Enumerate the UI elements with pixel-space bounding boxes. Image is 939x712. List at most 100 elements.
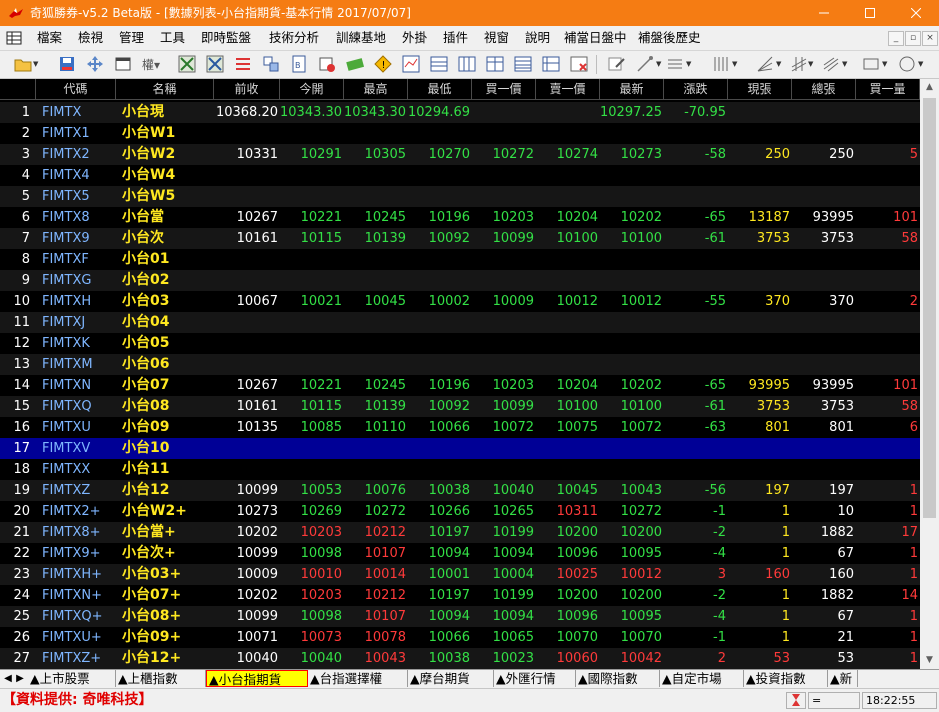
rect-icon[interactable] [862,55,880,73]
table-row[interactable]: 27 FIMTXZ+ 小台12+ 10040 10040 10043 10038 10023 1… [0,648,920,669]
tab-taiex-options[interactable]: ▲台指選擇權 [308,670,408,687]
menu-view[interactable]: 檢視 [78,30,103,46]
dropdown-arrow-icon[interactable]: ▼ [918,60,923,68]
doc-icon[interactable]: B [290,55,308,73]
header-high[interactable]: 最高 [344,79,408,100]
minimize-button[interactable] [801,0,847,26]
cross-icon[interactable] [570,55,588,73]
header-low[interactable]: 最低 [408,79,472,100]
table-row[interactable]: 19 FIMTXZ 小台12 10099 10053 10076 10038 10040 100… [0,480,920,501]
table3-icon[interactable] [486,55,504,73]
menu-training[interactable]: 訓練基地 [336,30,386,46]
maximize-button[interactable] [847,0,893,26]
header-prev-close[interactable]: 前收 [214,79,280,100]
tab-investment-index[interactable]: ▲投資指數 [744,670,828,687]
table-row[interactable]: 14 FIMTXN 小台07 10267 10221 10245 10196 10203 102… [0,375,920,396]
header-code[interactable]: 代碼 [36,79,116,100]
table-row[interactable]: 11 FIMTXJ 小台04 [0,312,920,333]
open-folder-icon[interactable] [14,55,32,73]
header-open[interactable]: 今開 [280,79,344,100]
save-icon[interactable] [58,55,76,73]
table-row[interactable]: 24 FIMTXN+ 小台07+ 10202 10203 10212 10197 10199 1… [0,585,920,606]
table2-icon[interactable] [458,55,476,73]
header-ask[interactable]: 賣一價 [536,79,600,100]
table-row[interactable]: 4 FIMTX4 小台W4 [0,165,920,186]
tab-custom-market[interactable]: ▲自定市場 [660,670,744,687]
wave-icon[interactable] [822,55,840,73]
table-row[interactable]: 23 FIMTXH+ 小台03+ 10009 10010 10014 10001 10004 1… [0,564,920,585]
circle-icon[interactable] [898,55,916,73]
header-name[interactable]: 名稱 [116,79,214,100]
fan-icon[interactable] [756,55,774,73]
chart-line-icon[interactable] [402,55,420,73]
scroll-up-icon[interactable]: ▲ [920,79,939,96]
tab-next-icon[interactable]: ▶ [14,671,26,686]
dropdown-arrow-icon[interactable]: ▼ [686,60,691,68]
table-row[interactable]: 9 FIMTXG 小台02 [0,270,920,291]
header-last[interactable]: 最新 [600,79,664,100]
window-icon[interactable] [114,55,132,73]
table-row[interactable]: 22 FIMTX9+ 小台次+ 10099 10098 10107 10094 10094 10… [0,543,920,564]
tab-global-index[interactable]: ▲國際指數 [576,670,660,687]
tab-forex[interactable]: ▲外匯行情 [494,670,576,687]
grid-menu-icon[interactable]: 權▾ [142,56,160,73]
menu-file[interactable]: 檔案 [37,30,62,46]
parallel-icon[interactable] [790,55,808,73]
dropdown-arrow-icon[interactable]: ▼ [808,60,813,68]
table-row[interactable]: 18 FIMTXX 小台11 [0,459,920,480]
money-icon[interactable] [346,55,364,73]
table4-icon[interactable] [514,55,532,73]
table-row[interactable]: 5 FIMTX5 小台W5 [0,186,920,207]
dropdown-arrow-icon[interactable]: ▼ [656,60,661,68]
delete-icon[interactable] [318,55,336,73]
table-row[interactable]: 17 FIMTXV 小台10 [0,438,920,459]
vertical-scrollbar[interactable]: ▲ ▼ [920,79,939,669]
pen-icon[interactable] [636,55,654,73]
tab-mini-taiex-futures[interactable]: ▲小台指期貨 [206,670,308,687]
menu-help[interactable]: 說明 [525,30,550,46]
table-row[interactable]: 21 FIMTX8+ 小台當+ 10202 10203 10212 10197 10199 10… [0,522,920,543]
copy-icon[interactable] [262,55,280,73]
header-change[interactable]: 漲跌 [664,79,728,100]
table-row[interactable]: 1 FIMTX 小台現 10368.20 10343.30 10343.30 10294.6… [0,102,920,123]
mdi-close-button[interactable]: × [922,31,938,46]
menu-fill-intraday[interactable]: 補當日盤中 [564,30,627,46]
table5-icon[interactable] [542,55,560,73]
dropdown-arrow-icon[interactable]: ▼ [33,60,38,68]
table-row[interactable]: 13 FIMTXM 小台06 [0,354,920,375]
menu-monitor[interactable]: 即時監盤 [201,30,251,46]
menu-technical[interactable]: 技術分析 [269,30,319,46]
list-icon[interactable] [234,55,252,73]
table-icon[interactable] [430,55,448,73]
menu-manage[interactable]: 管理 [119,30,144,46]
menu-plugins[interactable]: 插件 [443,30,468,46]
table-row[interactable]: 8 FIMTXF 小台01 [0,249,920,270]
chart-x2-icon[interactable] [206,55,224,73]
header-total-volume[interactable]: 總張 [792,79,856,100]
menu-window[interactable]: 視窗 [484,30,509,46]
table-row[interactable]: 7 FIMTX9 小台次 10161 10115 10139 10092 10099 10100… [0,228,920,249]
warning-icon[interactable]: ! [374,55,392,73]
dropdown-arrow-icon[interactable]: ▼ [776,60,781,68]
dropdown-arrow-icon[interactable]: ▼ [732,60,737,68]
chart-x-icon[interactable] [178,55,196,73]
header-index[interactable] [0,79,36,100]
tab-msci-futures[interactable]: ▲摩台期貨 [408,670,494,687]
table-row[interactable]: 6 FIMTX8 小台當 10267 10221 10245 10196 10203 10204… [0,207,920,228]
menu-tools[interactable]: 工具 [160,30,185,46]
table-row[interactable]: 12 FIMTXK 小台05 [0,333,920,354]
menu-plugin-ext[interactable]: 外掛 [402,30,427,46]
table-row[interactable]: 25 FIMTXQ+ 小台08+ 10099 10098 10107 10094 10094 1… [0,606,920,627]
move-icon[interactable] [86,55,104,73]
tab-prev-icon[interactable]: ◀ [2,671,14,686]
edit-icon[interactable] [608,55,626,73]
mdi-minimize-button[interactable]: _ [888,31,904,46]
table-row[interactable]: 20 FIMTX2+ 小台W2+ 10273 10269 10272 10266 10265 1… [0,501,920,522]
header-volume[interactable]: 現張 [728,79,792,100]
scroll-thumb[interactable] [923,98,936,518]
table-row[interactable]: 26 FIMTXU+ 小台09+ 10071 10073 10078 10066 10065 1… [0,627,920,648]
bars-icon[interactable] [712,55,730,73]
dropdown-arrow-icon[interactable]: ▼ [842,60,847,68]
table-row[interactable]: 15 FIMTXQ 小台08 10161 10115 10139 10092 10099 101… [0,396,920,417]
close-button[interactable] [893,0,939,26]
